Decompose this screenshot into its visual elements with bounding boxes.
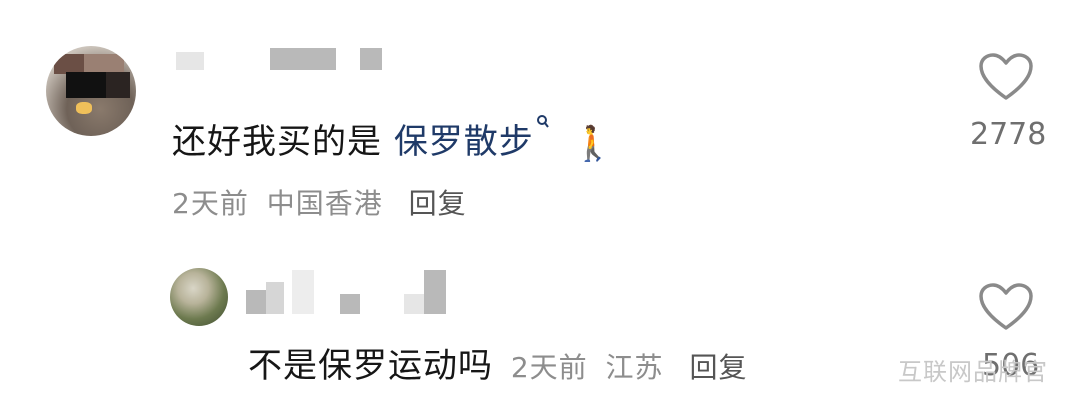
commenter-avatar[interactable]	[46, 46, 136, 136]
like-count: 2778	[970, 117, 1047, 152]
commenter-avatar[interactable]	[170, 268, 228, 326]
comment-meta: 2天前 江苏 回复	[511, 351, 748, 384]
comment-time: 2天前	[510, 351, 588, 384]
comment-text-body: 还好我买的是	[172, 122, 382, 162]
search-icon	[536, 115, 549, 128]
reply-button[interactable]: 回复	[409, 187, 467, 220]
comment-time: 2天前	[172, 187, 249, 220]
comment-location: 江苏	[605, 351, 664, 384]
comment-location: 中国香港	[266, 187, 383, 220]
comment-text-body: 不是保罗运动吗	[248, 346, 493, 386]
like-heart-icon[interactable]	[978, 282, 1034, 332]
comment-meta: 2天前 中国香港 回复	[172, 182, 467, 222]
reply-button[interactable]: 回复	[689, 351, 747, 384]
comment-text: 还好我买的是 保罗散步 🚶	[172, 114, 615, 164]
watermark-text: 互联网品牌官	[898, 358, 1048, 386]
search-keyword-link[interactable]: 保罗散步	[394, 115, 550, 162]
walking-person-emoji: 🚶	[571, 123, 615, 164]
comment-text: 不是保罗运动吗 2天前 江苏 回复	[248, 338, 747, 387]
like-heart-icon[interactable]	[978, 52, 1034, 102]
